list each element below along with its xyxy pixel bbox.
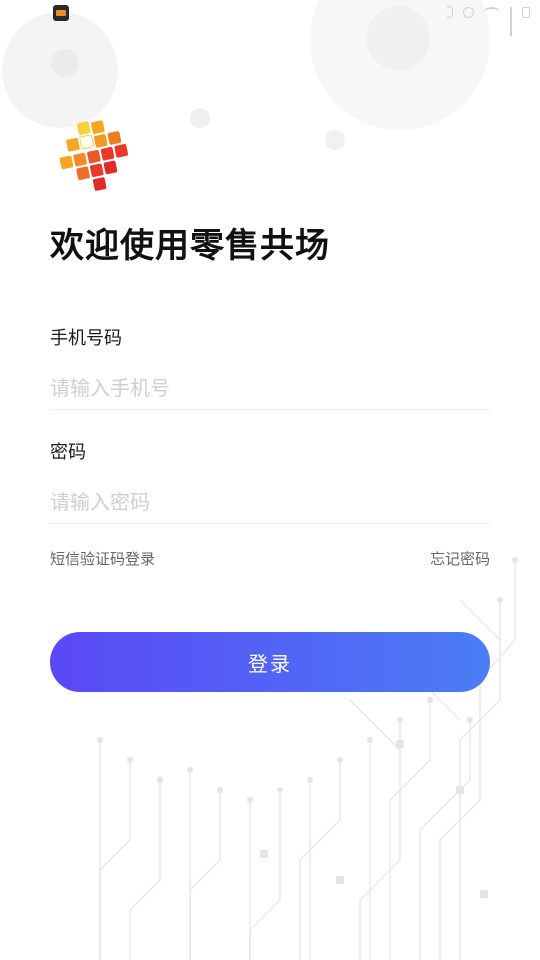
sms-login-link[interactable]: 短信验证码登录 [50, 548, 155, 569]
login-screen: 欢迎使用零售共场 手机号码 密码 短信验证码登录 忘记密码 登录 [0, 0, 540, 960]
bluetooth-icon [447, 6, 453, 18]
wifi-icon [484, 7, 500, 17]
password-label: 密码 [50, 442, 86, 463]
signal-icon [510, 6, 512, 36]
phone-label: 手机号码 [50, 328, 122, 349]
status-bar [0, 0, 540, 36]
forgot-password-link[interactable]: 忘记密码 [430, 548, 490, 569]
phone-input[interactable] [50, 366, 490, 410]
app-icon [53, 5, 69, 21]
alarm-icon [463, 6, 474, 18]
login-button[interactable]: 登录 [50, 632, 490, 692]
status-icons [447, 6, 530, 36]
password-input[interactable] [50, 480, 490, 524]
battery-icon [522, 6, 530, 18]
welcome-title: 欢迎使用零售共场 [50, 226, 330, 266]
retail-logo-icon [59, 120, 128, 191]
